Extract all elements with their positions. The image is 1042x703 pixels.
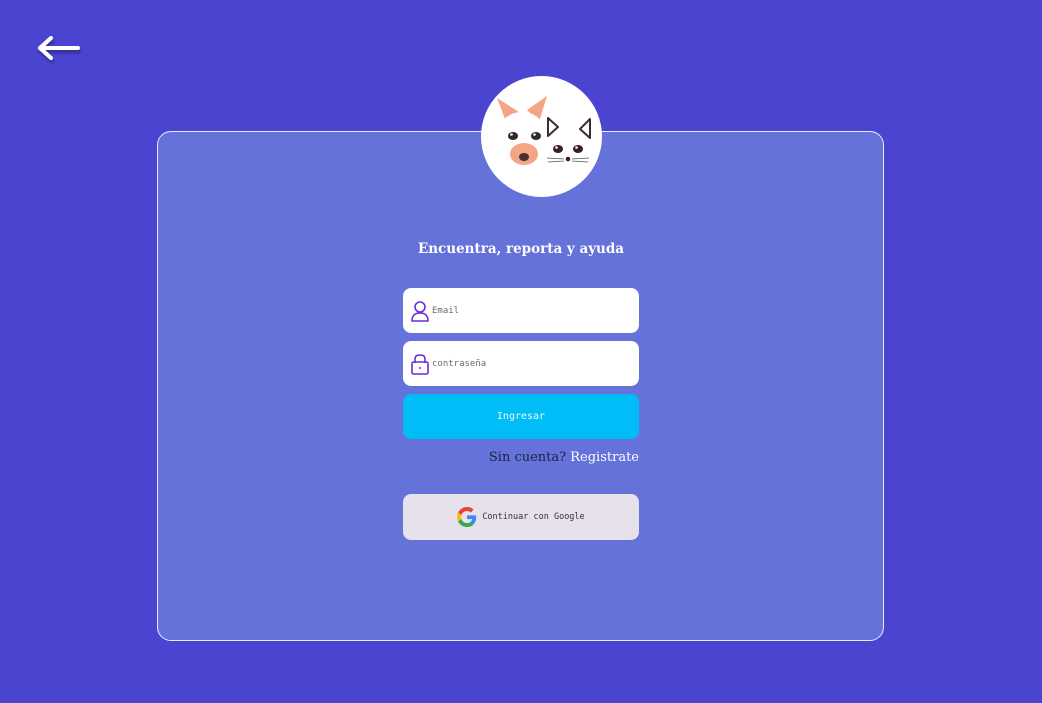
signup-question: Sin cuenta? [488,450,567,465]
signup-prompt: Sin cuenta? Registrate [403,450,639,465]
password-input[interactable] [431,358,622,369]
login-button[interactable]: Ingresar [403,394,639,439]
user-icon [409,299,431,323]
back-button[interactable] [34,28,86,68]
email-field[interactable] [403,288,639,333]
arrow-left-icon [38,36,80,60]
login-card [157,131,884,641]
dog-cat-logo-icon [481,76,602,197]
google-button-label: Continuar con Google [482,512,585,522]
signup-link[interactable]: Registrate [570,450,639,465]
tagline: Encuentra, reporta y ayuda [417,241,625,257]
email-input[interactable] [431,305,622,316]
google-signin-button[interactable]: Continuar con Google [403,494,639,540]
lock-icon [409,352,431,376]
password-field[interactable] [403,341,639,386]
google-icon [457,507,477,527]
